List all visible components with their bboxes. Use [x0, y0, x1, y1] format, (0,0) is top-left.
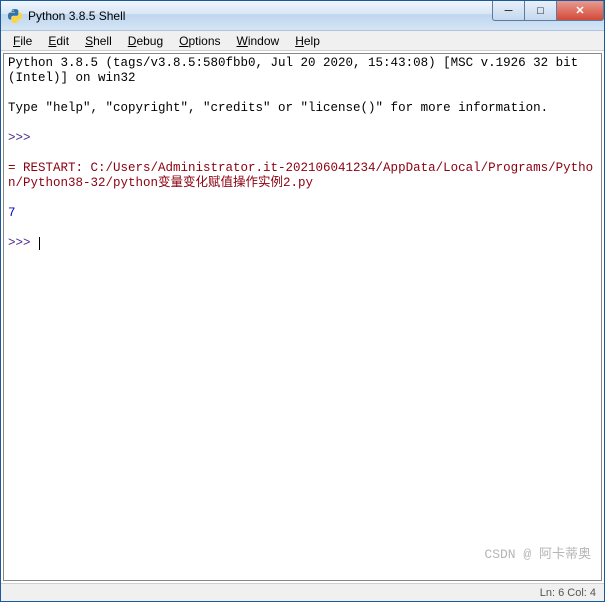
close-button[interactable]: ✕ [556, 1, 604, 21]
menu-shell[interactable]: Shell [77, 32, 120, 50]
status-position: Ln: 6 Col: 4 [540, 587, 596, 599]
restart-line: = RESTART: C:/Users/Administrator.it-202… [8, 161, 597, 191]
prompt: >>> [8, 131, 38, 145]
window-frame: Python 3.8.5 Shell ─ □ ✕ File Edit Shell… [0, 0, 605, 602]
maximize-button[interactable]: □ [524, 1, 556, 21]
banner-line-2: Type "help", "copyright", "credits" or "… [8, 101, 597, 116]
menu-options[interactable]: Options [171, 32, 228, 50]
text-cursor [39, 237, 40, 250]
menu-edit[interactable]: Edit [40, 32, 77, 50]
watermark: CSDN @ 阿卡蒂奥 [484, 547, 591, 562]
minimize-button[interactable]: ─ [492, 1, 524, 21]
banner-line-1: Python 3.8.5 (tags/v3.8.5:580fbb0, Jul 2… [8, 56, 597, 86]
output-line: 7 [8, 206, 597, 221]
python-icon [7, 8, 23, 24]
prompt: >>> [8, 236, 38, 250]
titlebar[interactable]: Python 3.8.5 Shell ─ □ ✕ [1, 1, 604, 31]
menubar: File Edit Shell Debug Options Window Hel… [1, 31, 604, 51]
menu-debug[interactable]: Debug [120, 32, 171, 50]
statusbar: Ln: 6 Col: 4 [1, 583, 604, 601]
menu-help[interactable]: Help [287, 32, 328, 50]
menu-file[interactable]: File [5, 32, 40, 50]
shell-content[interactable]: Python 3.8.5 (tags/v3.8.5:580fbb0, Jul 2… [3, 53, 602, 581]
menu-window[interactable]: Window [229, 32, 288, 50]
window-controls: ─ □ ✕ [492, 1, 604, 21]
window-title: Python 3.8.5 Shell [28, 9, 125, 23]
